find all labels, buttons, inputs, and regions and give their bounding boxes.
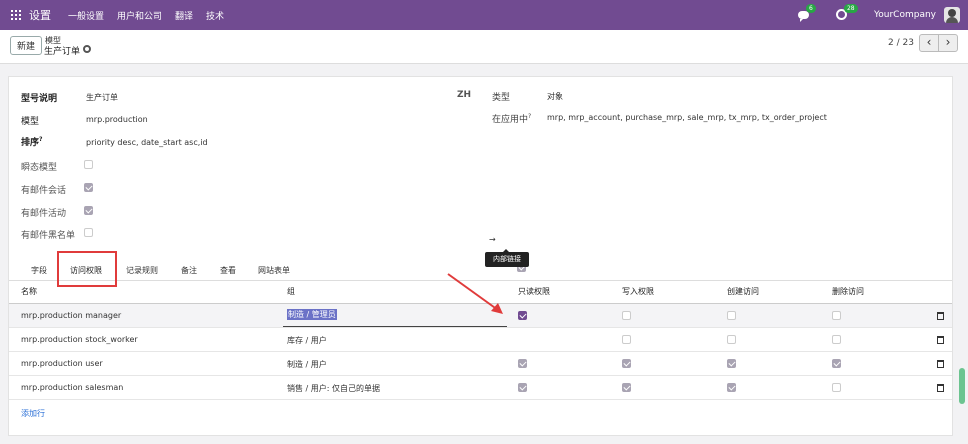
menu-users-companies[interactable]: 用户和公司 [117,9,162,22]
in-apps-label: 在应用中? [492,113,532,125]
model-description-value[interactable]: 生产订单 [86,92,118,103]
group-input-underline [283,326,507,327]
app-title[interactable]: 设置 [29,7,51,23]
company-switcher[interactable]: YourCompany [874,10,936,20]
model-value: mrp.production [86,115,148,124]
trash-icon[interactable] [937,312,944,320]
read-checkbox[interactable] [518,383,527,392]
delete-checkbox[interactable] [832,311,841,320]
trash-icon[interactable] [937,384,944,392]
write-checkbox[interactable] [622,311,631,320]
read-checkbox[interactable] [518,311,527,320]
user-avatar[interactable] [944,7,960,23]
table-row[interactable]: mrp.production user 制造 / 用户 [9,352,952,376]
create-checkbox[interactable] [727,335,736,344]
read-checkbox[interactable] [518,359,527,368]
internal-link-arrow-icon[interactable]: → [489,235,496,244]
activity-badge: 28 [843,4,858,13]
pager-previous-button[interactable]: ‹ [919,34,939,52]
control-panel: 新建 模型 生产订单 2 / 23 ‹ › [0,30,968,64]
trash-icon[interactable] [937,360,944,368]
transient-checkbox[interactable] [84,160,93,169]
main-menu: 一般设置 用户和公司 翻译 技术 [68,9,237,22]
write-checkbox[interactable] [622,359,631,368]
write-checkbox[interactable] [622,335,631,344]
page-scrollbar[interactable] [959,368,965,404]
tab-notes[interactable]: 备注 [181,265,197,276]
gear-icon[interactable] [83,45,91,53]
type-value: 对象 [547,92,563,101]
row-name[interactable]: mrp.production stock_worker [21,335,138,344]
row-name[interactable]: mrp.production user [21,359,103,368]
order-label: 排序? [21,136,43,148]
create-checkbox[interactable] [727,383,736,392]
delete-checkbox[interactable] [832,383,841,392]
transient-label: 瞬态模型 [21,163,58,173]
apps-grid-icon[interactable] [11,10,21,20]
column-name[interactable]: 名称 [21,286,37,297]
mail-thread-label: 有邮件会话 [21,186,67,196]
menu-technical[interactable]: 技术 [206,9,224,22]
form-sheet: 型号说明 生产订单 ZH 类型 对象 模型 mrp.production 在应用… [8,76,953,436]
row-group[interactable]: 制造 / 用户 [287,359,327,370]
delete-checkbox[interactable] [832,359,841,368]
messaging-button[interactable]: 6 [797,4,816,22]
tab-fields[interactable]: 字段 [31,265,47,276]
column-read[interactable]: 只读权限 [518,286,550,297]
column-create[interactable]: 创建访问 [727,286,759,297]
mail-blacklist-label: 有邮件黑名单 [21,231,76,241]
row-name[interactable]: mrp.production manager [21,311,121,320]
mail-activity-checkbox[interactable] [84,206,93,215]
in-apps-value: mrp, mrp_account, purchase_mrp, sale_mrp… [547,113,827,122]
table-row[interactable]: mrp.production salesman 销售 / 用户: 仅自己的单据 [9,376,952,400]
column-delete[interactable]: 删除访问 [832,286,864,297]
activity-button[interactable]: 28 [835,4,858,21]
model-label: 模型 [21,117,40,127]
notebook-tabs: 字段 访问权限 记录规则 备注 查看 网站表单 [9,261,952,281]
table-row[interactable]: mrp.production stock_worker 库存 / 用户 [9,328,952,352]
navbar-systray: 6 28 YourCompany [797,0,960,30]
table-row[interactable]: mrp.production manager 制造 / 管理员 [9,304,952,328]
row-group-input[interactable]: 制造 / 管理员 [287,309,337,320]
highlight-box [57,251,117,287]
internal-link-tooltip: 内部链接 [485,249,529,267]
menu-general-settings[interactable]: 一般设置 [68,9,104,22]
row-name[interactable]: mrp.production salesman [21,383,123,392]
model-description-label: 型号说明 [21,94,58,104]
top-navbar: 设置 一般设置 用户和公司 翻译 技术 6 28 YourCompany [0,0,968,30]
menu-translations[interactable]: 翻译 [175,9,193,22]
tab-website-forms[interactable]: 网站表单 [258,265,290,276]
pager-value[interactable]: 2 / 23 [888,38,914,48]
breadcrumb-current: 生产订单 [44,47,81,57]
tab-record-rules[interactable]: 记录规则 [126,265,158,276]
language-badge[interactable]: ZH [457,90,471,100]
type-label: 类型 [492,93,511,103]
trash-icon[interactable] [937,336,944,344]
mail-thread-checkbox[interactable] [84,183,93,192]
new-button[interactable]: 新建 [10,36,42,55]
pager-next-button[interactable]: › [938,34,958,52]
row-group[interactable]: 库存 / 用户 [287,335,327,346]
create-checkbox[interactable] [727,359,736,368]
mail-activity-label: 有邮件活动 [21,209,67,219]
create-checkbox[interactable] [727,311,736,320]
row-group[interactable]: 销售 / 用户: 仅自己的单据 [287,383,380,394]
add-line-link[interactable]: 添加行 [21,408,45,419]
write-checkbox[interactable] [622,383,631,392]
delete-checkbox[interactable] [832,335,841,344]
column-write[interactable]: 写入权限 [622,286,654,297]
tab-views[interactable]: 查看 [220,265,236,276]
mail-blacklist-checkbox[interactable] [84,228,93,237]
order-value[interactable]: priority desc, date_start asc,id [86,138,208,147]
messaging-badge: 6 [805,4,816,13]
column-group[interactable]: 组 [287,286,295,297]
